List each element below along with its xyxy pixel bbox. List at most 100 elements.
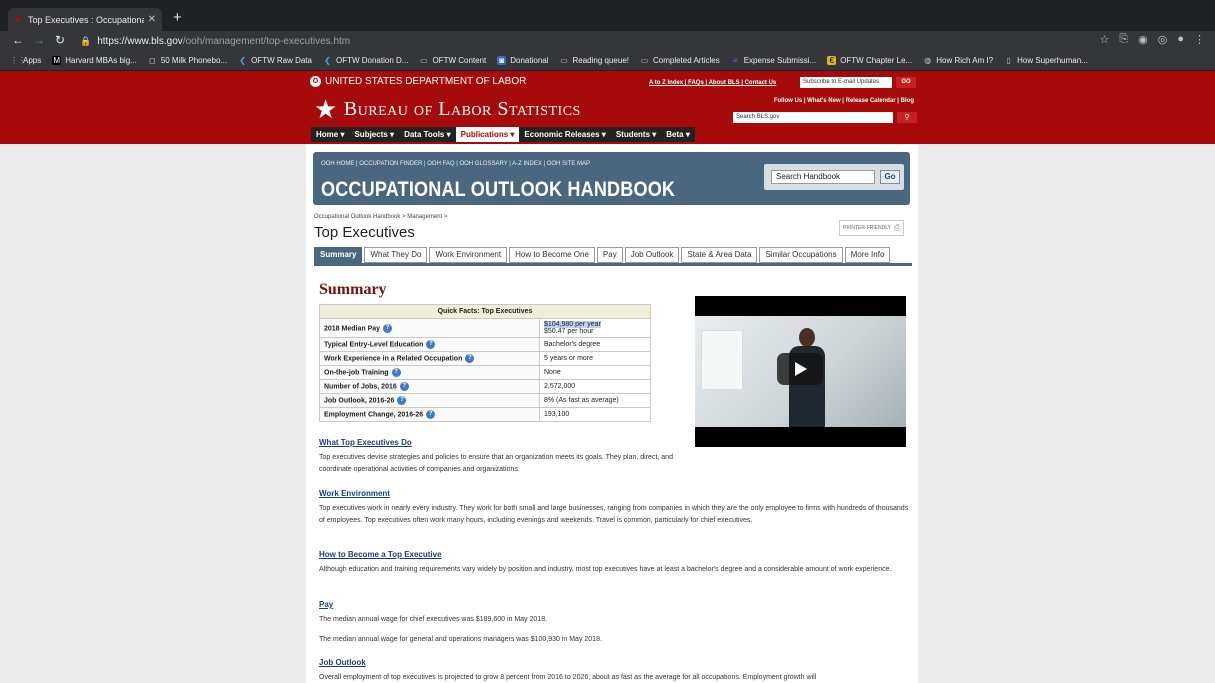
section-link-what-top-executives-do[interactable]: What Top Executives Do (319, 438, 412, 447)
dol-link[interactable]: ✪ UNITED STATES DEPARTMENT OF LABOR (310, 76, 526, 87)
quick-facts-table: Quick Facts: Top Executives 2018 Median … (319, 304, 651, 422)
bookmark-item[interactable]: ▭ Reading queue! (560, 56, 630, 65)
forward-icon[interactable]: → (33, 33, 45, 47)
nav-item-economic-releases[interactable]: Economic Releases ▾ (519, 127, 610, 142)
nav-item-data-tools[interactable]: Data Tools ▾ (399, 127, 456, 142)
subscribe-email-input[interactable]: Subscribe to E-mail Updates (800, 77, 892, 88)
bookmark-item[interactable]: ◍ How Rich Am I? (923, 56, 993, 65)
page-content: OOH HOME | OCCUPATION FINDER | OOH FAQ |… (306, 144, 918, 683)
tab-state-area-data[interactable]: State & Area Data (681, 247, 758, 263)
bookmark-item[interactable]: ▭ OFTW Content (419, 56, 486, 65)
quick-facts-header: Quick Facts: Top Executives (319, 304, 651, 319)
back-icon[interactable]: ← (12, 33, 24, 47)
help-icon[interactable]: ? (399, 382, 409, 391)
help-icon[interactable]: ? (426, 410, 436, 419)
tab-work-environment[interactable]: Work Environment (429, 247, 508, 263)
form-icon: ≡ (732, 56, 738, 65)
browser-tab[interactable]: ★ Top Executives : Occupational ✕ (8, 8, 162, 31)
summary-heading: Summary (319, 281, 387, 298)
bookmark-item[interactable]: ⋮⋮ Apps (10, 56, 41, 65)
bookmark-item[interactable]: ❮ OFTW Donation D... (323, 56, 408, 65)
nav-item-subjects[interactable]: Subjects ▾ (349, 127, 399, 142)
toolbar-icons: ☆ ⎘ ◉ ◎ ● ⋮ (1099, 33, 1205, 46)
play-icon[interactable] (777, 353, 823, 385)
handbook-search-go-button[interactable]: Go (880, 170, 900, 184)
nav-item-beta[interactable]: Beta ▾ (661, 127, 695, 142)
extension-icon[interactable]: ◎ (1158, 33, 1168, 46)
reload-icon[interactable]: ↻ (55, 33, 65, 47)
tab-job-outlook[interactable]: Job Outlook (624, 247, 680, 263)
help-icon[interactable]: ? (391, 368, 401, 377)
section-link-pay[interactable]: Pay (319, 600, 333, 609)
quick-fact-value: 5 years or more (539, 351, 651, 366)
nav-item-home[interactable]: Home ▾ (311, 127, 349, 142)
bookmark-item[interactable]: ▯ How Superhuman... (1004, 56, 1088, 65)
tab-similar-occupations[interactable]: Similar Occupations (759, 247, 843, 263)
table-row: Work Experience in a Related Occupation?… (319, 351, 651, 366)
tab-pay[interactable]: Pay (596, 247, 623, 263)
help-icon[interactable]: ? (465, 354, 475, 363)
quick-fact-value-text: 193,100 (544, 411, 570, 418)
help-icon[interactable]: ? (383, 323, 393, 333)
bookmark-label: How Rich Am I? (936, 56, 994, 65)
bookmark-item[interactable]: ▭ Completed Articles (640, 56, 720, 65)
bookmark-item[interactable]: ◻ 50 Milk Phonebo... (148, 56, 227, 65)
tab-more-info[interactable]: More Info (844, 247, 891, 263)
nav-item-publications[interactable]: Publications ▾ (455, 127, 520, 142)
help-icon[interactable]: ? (426, 340, 436, 349)
bookmark-item[interactable]: € OFTW Chapter Le... (827, 56, 912, 65)
bookmark-item[interactable]: ❮ OFTW Raw Data (238, 56, 312, 65)
quick-fact-label: On-the-job Training? (319, 365, 540, 380)
tab-summary[interactable]: Summary (314, 247, 363, 263)
quick-fact-label: Employment Change, 2016-26? (319, 407, 540, 422)
address-bar[interactable]: 🔒 https://www.bls.gov/ooh/management/top… (80, 33, 1080, 49)
bookmark-label: Expense Submissi... (743, 56, 817, 65)
quick-fact-value: Bachelor's degree (539, 337, 651, 352)
quick-fact-value-secondary: $50.47 per hour (544, 328, 594, 335)
section-link-how-to-become-a-top-executive[interactable]: How to Become a Top Executive (319, 550, 442, 559)
bls-logo[interactable]: ★ Bureau of Labor Statistics (314, 96, 581, 122)
bookmark-item[interactable]: ≡ Expense Submissi... (731, 56, 816, 65)
printer-friendly-button[interactable]: PRINTER-FRIENDLY ⎙ (839, 220, 905, 236)
quick-fact-value: None (539, 365, 651, 380)
video-player[interactable] (695, 296, 906, 447)
printer-friendly-label: PRINTER-FRIENDLY (843, 225, 891, 231)
ooh-title[interactable]: OCCUPATIONAL OUTLOOK HANDBOOK (321, 178, 675, 202)
handbook-search-input[interactable]: Search Handbook (771, 170, 875, 184)
bookmark-item[interactable]: ◙ Donational (497, 56, 549, 65)
printer-icon: ⎙ (893, 223, 901, 232)
search-icon[interactable]: ⚲ (897, 112, 917, 123)
bls-top-links[interactable]: A to Z Index | FAQs | About BLS | Contac… (649, 80, 776, 86)
quick-fact-value: 8% (As fast as average) (539, 393, 651, 408)
section-text: Overall employment of top executives is … (319, 674, 817, 681)
new-tab-icon[interactable]: + (173, 9, 182, 26)
bookmark-label: How Superhuman... (1017, 56, 1088, 65)
menu-dots-icon[interactable]: ⋮ (1194, 33, 1205, 46)
nav-item-students[interactable]: Students ▾ (611, 127, 661, 142)
section-link-job-outlook[interactable]: Job Outlook (319, 658, 366, 667)
ooh-nav-links[interactable]: OOH HOME | OCCUPATION FINDER | OOH FAQ |… (321, 161, 590, 167)
donational-icon: ◙ (497, 56, 507, 65)
bookmark-label: Reading queue! (572, 56, 630, 65)
subscribe-go-button[interactable]: GO (896, 77, 916, 88)
quick-fact-value-text: 5 years or more (544, 355, 594, 362)
profile-avatar-icon[interactable]: ● (1177, 33, 1184, 46)
quick-fact-value: 2,572,000 (539, 379, 651, 394)
help-icon[interactable]: ? (397, 396, 407, 405)
bookmark-item[interactable]: M Harvard MBAs big... (52, 56, 137, 65)
extension-icon[interactable]: ◉ (1138, 33, 1148, 46)
extension-icon[interactable]: ⎘ (1119, 33, 1128, 46)
quick-fact-value-text: $104,980 per year (544, 321, 601, 328)
section-link-work-environment[interactable]: Work Environment (319, 489, 390, 498)
url-path: /ooh/management/top-executives.htm (182, 35, 351, 47)
close-tab-icon[interactable]: ✕ (148, 14, 156, 25)
breadcrumb[interactable]: Occupational Outlook Handbook > Manageme… (314, 214, 447, 220)
follow-links[interactable]: Follow Us | What's New | Release Calenda… (774, 98, 914, 104)
tab-how-to-become-one[interactable]: How to Become One (509, 247, 595, 263)
quick-fact-value-text: 2,572,000 (544, 383, 576, 390)
bls-search-input[interactable]: Search BLS.gov (733, 112, 893, 123)
tab-what-they-do[interactable]: What They Do (364, 247, 428, 263)
bookmark-star-icon[interactable]: ☆ (1099, 33, 1109, 46)
quick-fact-label-text: On-the-job Training (324, 369, 389, 377)
quick-fact-label-text: Job Outlook, 2016-26 (324, 397, 395, 405)
